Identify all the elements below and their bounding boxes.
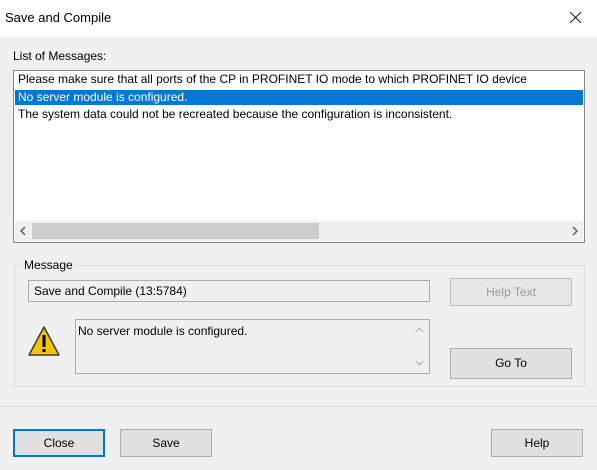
save-button[interactable]: Save [120, 429, 212, 457]
list-item-selected[interactable]: No server module is configured. [15, 90, 583, 105]
message-text: No server module is configured. [78, 324, 248, 338]
messages-list-label: List of Messages: [13, 49, 107, 63]
message-group-label: Message [21, 258, 76, 272]
warning-icon [27, 325, 61, 357]
chevron-up-icon [415, 327, 424, 333]
chevron-down-icon [415, 360, 424, 366]
list-item[interactable]: Please make sure that all ports of the C… [15, 72, 583, 87]
horizontal-scrollbar[interactable] [15, 221, 583, 241]
window-title: Save and Compile [5, 10, 112, 25]
footer-separator [0, 406, 597, 407]
list-item[interactable]: The system data could not be recreated b… [15, 107, 583, 122]
chevron-right-icon[interactable] [566, 221, 583, 241]
go-to-button[interactable]: Go To [450, 348, 572, 379]
vertical-scrollbar[interactable] [411, 321, 428, 372]
messages-list[interactable]: Please make sure that all ports of the C… [13, 70, 585, 243]
scrollbar-thumb[interactable] [32, 223, 319, 239]
message-text-area[interactable]: No server module is configured. [75, 319, 430, 374]
close-icon[interactable] [565, 8, 587, 28]
help-text-button[interactable]: Help Text [450, 278, 572, 306]
message-source-field: Save and Compile (13:5784) [28, 280, 430, 302]
chevron-left-icon[interactable] [15, 221, 32, 241]
close-button[interactable]: Close [13, 429, 105, 457]
help-button[interactable]: Help [491, 429, 583, 457]
